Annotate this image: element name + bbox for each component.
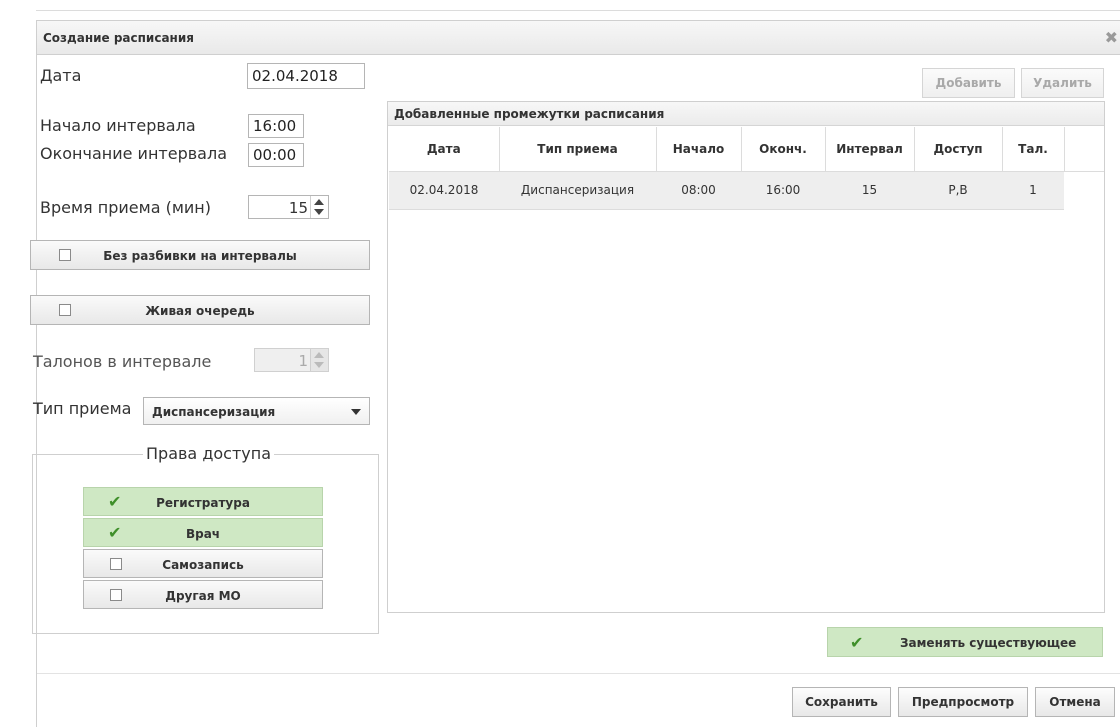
tickets-stepper: 1 (254, 348, 329, 372)
start-interval-label: Начало интервала (40, 116, 196, 135)
cell-spacer (1064, 171, 1104, 209)
footer-divider (37, 673, 1120, 674)
chevron-down-icon (351, 409, 361, 415)
close-icon[interactable]: ✖ (1105, 28, 1118, 47)
no-split-label: Без разбивки на интервалы (103, 249, 297, 263)
add-button[interactable]: Добавить (922, 68, 1015, 98)
visit-type-value: Диспансеризация (152, 405, 276, 419)
schedule-grid-panel: Добавленные промежутки расписания Дата Т… (387, 101, 1105, 613)
duration-stepper[interactable]: 15 (248, 195, 329, 219)
access-other-mo-label: Другая МО (165, 589, 241, 603)
cell-interval: 15 (825, 171, 914, 210)
arrow-up-icon[interactable] (314, 199, 324, 205)
access-other-mo[interactable]: Другая МО (83, 580, 323, 609)
column-header-spacer (1064, 127, 1104, 172)
column-header[interactable]: Начало (656, 127, 742, 172)
replace-existing-label: Заменять существующее (900, 636, 1077, 650)
save-button[interactable]: Сохранить (792, 687, 891, 717)
access-doctor-label: Врач (185, 527, 221, 541)
column-header[interactable]: Доступ (914, 127, 1003, 172)
table-row[interactable]: 02.04.2018 Диспансеризация 08:00 16:00 1… (389, 171, 1104, 210)
top-divider (36, 10, 1120, 11)
access-registry-label: Регистратура (156, 496, 250, 510)
cell-date: 02.04.2018 (389, 171, 499, 210)
cell-end: 16:00 (741, 171, 825, 210)
duration-arrows[interactable] (310, 196, 328, 218)
date-input[interactable]: 02.04.2018 (247, 63, 365, 89)
column-header[interactable]: Тип приема (499, 127, 657, 172)
date-label: Дата (40, 66, 82, 85)
preview-button[interactable]: Предпросмотр (898, 687, 1028, 717)
cell-visit-type: Диспансеризация (499, 171, 656, 210)
cell-access: Р,В (914, 171, 1002, 210)
column-header[interactable]: Оконч. (741, 127, 826, 172)
grid-header-row: Дата Тип приема Начало Оконч. Интервал Д… (389, 127, 1104, 172)
tickets-arrows (310, 349, 328, 371)
delete-button[interactable]: Удалить (1021, 68, 1104, 98)
tickets-value: 1 (298, 352, 308, 370)
arrow-down-icon[interactable] (314, 209, 324, 215)
duration-value: 15 (288, 199, 308, 217)
check-icon: ✔ (850, 633, 864, 652)
start-interval-input[interactable]: 16:00 (248, 114, 304, 138)
replace-existing-toggle[interactable]: ✔ Заменять существующее (827, 627, 1103, 657)
tickets-label: Талонов в интервале (33, 352, 212, 371)
access-doctor[interactable]: ✔ Врач (83, 518, 323, 547)
column-header[interactable]: Дата (389, 127, 500, 172)
access-registry[interactable]: ✔ Регистратура (83, 487, 323, 516)
cell-tickets: 1 (1002, 171, 1064, 210)
cancel-button[interactable]: Отмена (1035, 687, 1115, 717)
live-queue-toggle[interactable]: Живая очередь (30, 295, 370, 325)
cell-start: 08:00 (656, 171, 741, 210)
column-header[interactable]: Интервал (825, 127, 915, 172)
visit-type-label: Тип приема (33, 399, 132, 418)
dialog-titlebar: Создание расписания ✖ (37, 21, 1120, 55)
live-queue-label: Живая очередь (145, 304, 255, 318)
end-interval-label: Окончание интервала (40, 144, 227, 163)
visit-type-select[interactable]: Диспансеризация (143, 397, 370, 425)
access-legend: Права доступа (143, 444, 275, 463)
end-interval-input[interactable]: 00:00 (248, 143, 304, 167)
schedule-grid: Дата Тип приема Начало Оконч. Интервал Д… (389, 127, 1104, 210)
access-self-booking-label: Самозапись (162, 558, 244, 572)
grid-title: Добавленные промежутки расписания (388, 102, 1104, 126)
dialog-title: Создание расписания (43, 31, 194, 45)
arrow-down-icon (314, 362, 324, 368)
arrow-up-icon (314, 352, 324, 358)
access-self-booking[interactable]: Самозапись (83, 549, 323, 578)
duration-label: Время приема (мин) (40, 198, 211, 217)
column-header[interactable]: Тал. (1002, 127, 1065, 172)
no-split-toggle[interactable]: Без разбивки на интервалы (30, 240, 370, 270)
